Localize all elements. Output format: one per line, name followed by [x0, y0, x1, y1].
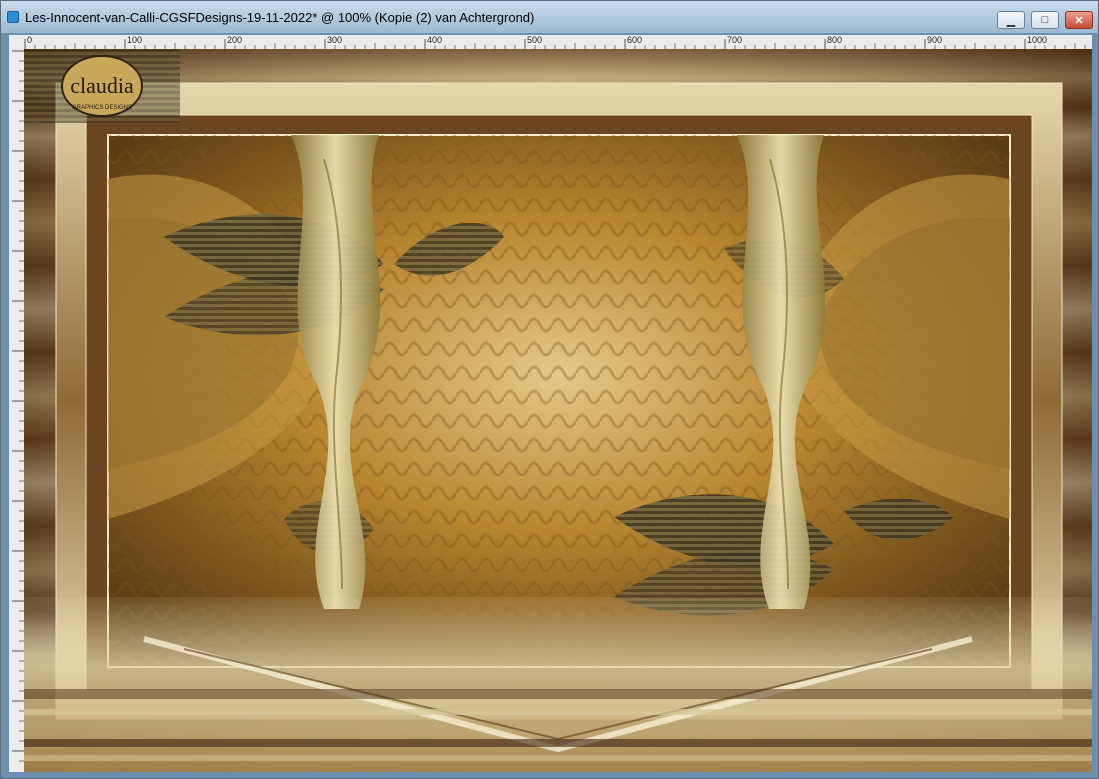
ruler-corner — [9, 35, 25, 50]
ruler-top-label: 0 — [27, 35, 33, 45]
image-window: Les-Innocent-van-Calli-CGSFDesigns-19-11… — [0, 0, 1099, 779]
ruler-top-label: 800 — [827, 35, 843, 45]
title-bar[interactable]: Les-Innocent-van-Calli-CGSFDesigns-19-11… — [1, 1, 1098, 33]
watermark-subtext: GRAPHICS DESIGNS — [72, 105, 132, 111]
ruler-top-label: 600 — [627, 35, 643, 45]
ruler-top: 0 100 200 300 400 500 600 700 800 900 10… — [24, 35, 1092, 50]
ruler-top-label: 1000 — [1027, 35, 1048, 45]
window-title: Les-Innocent-van-Calli-CGSFDesigns-19-11… — [25, 10, 535, 25]
maximize-icon: □ — [1041, 14, 1049, 26]
ruler-top-label: 400 — [427, 35, 443, 45]
app-icon — [7, 11, 19, 23]
image-canvas[interactable]: claudia GRAPHICS DESIGNS — [24, 49, 1092, 772]
artwork — [24, 49, 1092, 772]
ruler-top-label: 700 — [727, 35, 743, 45]
ruler-top-label: 300 — [327, 35, 343, 45]
ruler-top-label: 200 — [227, 35, 243, 45]
watermark-text: claudia — [70, 73, 134, 98]
ruler-left — [9, 49, 25, 772]
minimize-button[interactable]: ▁ — [997, 11, 1025, 29]
maximize-button[interactable]: □ — [1031, 11, 1059, 29]
ruler-top-label: 500 — [527, 35, 543, 45]
ruler-top-label: 100 — [127, 35, 143, 45]
close-icon: ✕ — [1074, 14, 1084, 27]
close-button[interactable]: ✕ — [1065, 11, 1093, 29]
watermark-logo: claudia GRAPHICS DESIGNS — [24, 49, 180, 123]
minimize-icon: ▁ — [1006, 14, 1016, 27]
ruler-top-label: 900 — [927, 35, 943, 45]
